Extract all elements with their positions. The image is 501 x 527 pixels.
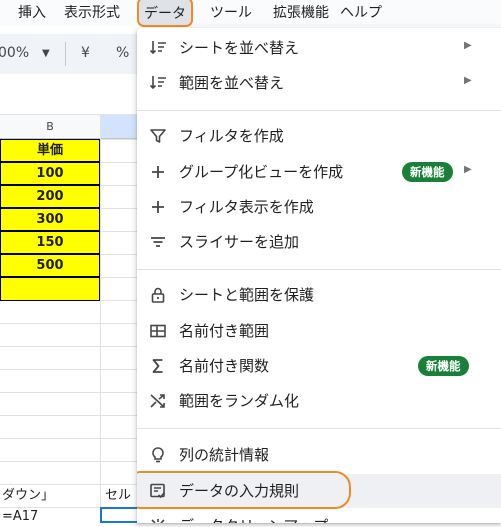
named-range-icon <box>149 322 167 340</box>
menu-format[interactable]: 表示形式 <box>64 4 120 22</box>
menu-item-column-stats[interactable]: 列の統計情報 <box>137 438 501 472</box>
toolbar-divider <box>65 42 66 66</box>
menu-item-randomize-range[interactable]: 範囲をランダム化 <box>137 384 501 418</box>
menu-divider <box>137 110 501 111</box>
menu-item-add-slicer[interactable]: スライサーを追加 <box>137 225 501 259</box>
menu-item-label: データクリーンアップ <box>179 515 328 523</box>
plus-icon <box>149 163 167 181</box>
new-feature-badge: 新機能 <box>418 356 469 376</box>
cleanup-icon <box>149 517 167 523</box>
cell-text[interactable]: ダウン」 <box>2 486 54 506</box>
menu-item-label: フィルタを作成 <box>179 127 284 145</box>
table-cell[interactable]: 300 <box>0 208 100 231</box>
table-cell[interactable]: 150 <box>0 231 100 254</box>
menu-item-label: グループ化ビューを作成 <box>179 163 344 181</box>
plus-icon <box>149 198 167 216</box>
menu-item-sort-sheet[interactable]: シートを並べ替え ▶ <box>137 31 501 65</box>
menu-item-label: スライサーを追加 <box>179 233 300 251</box>
menu-data[interactable]: データ <box>137 0 193 27</box>
submenu-arrow-icon: ▶ <box>464 164 472 175</box>
menu-item-create-filter-view[interactable]: フィルタ表示を作成 <box>137 190 501 224</box>
filter-icon <box>149 127 167 145</box>
menu-item-label: 名前付き関数 <box>179 357 270 375</box>
chevron-down-icon[interactable]: ▼ <box>42 48 50 59</box>
table-cell[interactable]: 100 <box>0 162 100 185</box>
menu-item-data-cleanup[interactable]: データクリーンアップ <box>137 509 501 523</box>
menu-item-label: 列の統計情報 <box>179 446 270 464</box>
menu-item-protect[interactable]: シートと範囲を保護 <box>137 278 501 312</box>
shuffle-icon <box>149 392 167 410</box>
table-cell[interactable]: 500 <box>0 254 100 277</box>
submenu-arrow-icon: ▶ <box>464 75 472 86</box>
menu-item-named-ranges[interactable]: 名前付き範囲 <box>137 314 501 348</box>
percent-button[interactable]: % <box>116 45 129 61</box>
selected-cell[interactable] <box>100 507 140 523</box>
menu-divider <box>137 269 501 270</box>
header-cell[interactable]: 単価 <box>0 139 100 162</box>
menu-tools[interactable]: ツール <box>210 4 252 22</box>
menubar: 挿入 表示形式 データ ツール 拡張機能 ヘルプ <box>0 0 501 27</box>
data-menu-dropdown: シートを並べ替え ▶ 範囲を並べ替え ▶ フィルタを作成 グループ化ビューを作成… <box>137 28 501 523</box>
slicer-icon <box>149 233 167 251</box>
menu-insert[interactable]: 挿入 <box>18 4 46 22</box>
menu-extensions[interactable]: 拡張機能 <box>273 4 329 22</box>
currency-button[interactable]: ¥ <box>81 45 90 61</box>
menu-item-data-validation[interactable]: データの入力規則 <box>137 471 501 509</box>
menu-item-label: フィルタ表示を作成 <box>179 198 314 216</box>
cell-text[interactable]: =A17 <box>2 507 38 527</box>
lock-icon <box>149 286 167 304</box>
new-feature-badge: 新機能 <box>402 162 453 182</box>
table-cell[interactable] <box>0 277 100 301</box>
menu-item-named-functions[interactable]: 名前付き関数 新機能 <box>137 349 501 383</box>
menu-item-label: 範囲をランダム化 <box>179 392 300 410</box>
submenu-arrow-icon: ▶ <box>464 40 472 51</box>
column-header-c[interactable] <box>100 115 140 139</box>
zoom-select[interactable]: 00% <box>0 45 29 61</box>
menu-help[interactable]: ヘルプ <box>340 4 382 22</box>
menu-divider <box>137 428 501 429</box>
sigma-icon <box>149 357 167 375</box>
menu-item-label: 範囲を並べ替え <box>179 74 285 92</box>
menu-item-label: データの入力規則 <box>179 482 300 500</box>
menu-item-create-group-view[interactable]: グループ化ビューを作成 新機能 ▶ <box>137 155 501 189</box>
grid-line <box>100 115 101 523</box>
menu-item-label: 名前付き範囲 <box>179 322 270 340</box>
menu-item-sort-range[interactable]: 範囲を並べ替え ▶ <box>137 66 501 100</box>
table-cell[interactable]: 200 <box>0 185 100 208</box>
cell-text[interactable]: セル <box>105 486 131 506</box>
menu-item-label: シートと範囲を保護 <box>179 286 315 304</box>
menu-item-create-filter[interactable]: フィルタを作成 <box>137 119 501 153</box>
data-validation-icon <box>149 482 167 500</box>
column-header-b[interactable]: B <box>0 115 100 139</box>
menu-item-label: シートを並べ替え <box>179 39 300 57</box>
lightbulb-icon <box>149 446 167 464</box>
sort-icon <box>149 74 167 92</box>
sort-icon <box>149 39 167 57</box>
